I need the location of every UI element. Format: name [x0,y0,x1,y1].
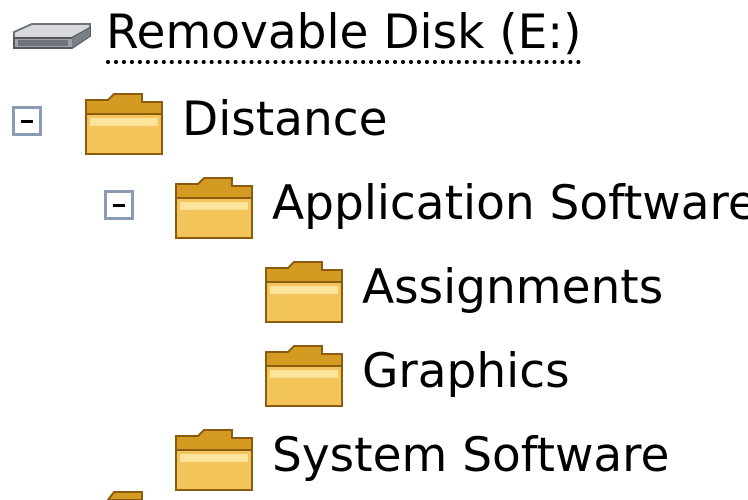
tree-item-label: Assignments [362,260,664,315]
drive-icon [13,23,91,49]
tree-item-label: Distance [182,92,388,147]
folder-icon [175,429,253,491]
collapse-toggle[interactable] [104,190,134,220]
tree-item-assignments[interactable]: Assignments [0,252,748,332]
folder-icon [265,261,343,323]
folder-icon [175,177,253,239]
folder-icon [265,345,343,407]
folder-icon [85,93,163,155]
collapse-toggle[interactable] [12,106,42,136]
tree-item-distance[interactable]: Distance [0,84,748,164]
tree-item-label: Graphics [362,344,570,399]
tree-item-label: Removable Disk (E:) [106,6,582,64]
tree-item-application-software[interactable]: Application Software [0,168,748,248]
folder-icon [106,491,143,500]
tree-item-removable-disk[interactable]: Removable Disk (E:) [0,0,748,80]
tree-item-label: System Software [272,428,670,483]
folder-tree: Removable Disk (E:) Distance Application… [0,0,748,500]
tree-item-graphics[interactable]: Graphics [0,336,748,416]
tree-item-label: Application Software [272,176,748,231]
tree-item-system-software[interactable]: System Software [0,420,748,500]
